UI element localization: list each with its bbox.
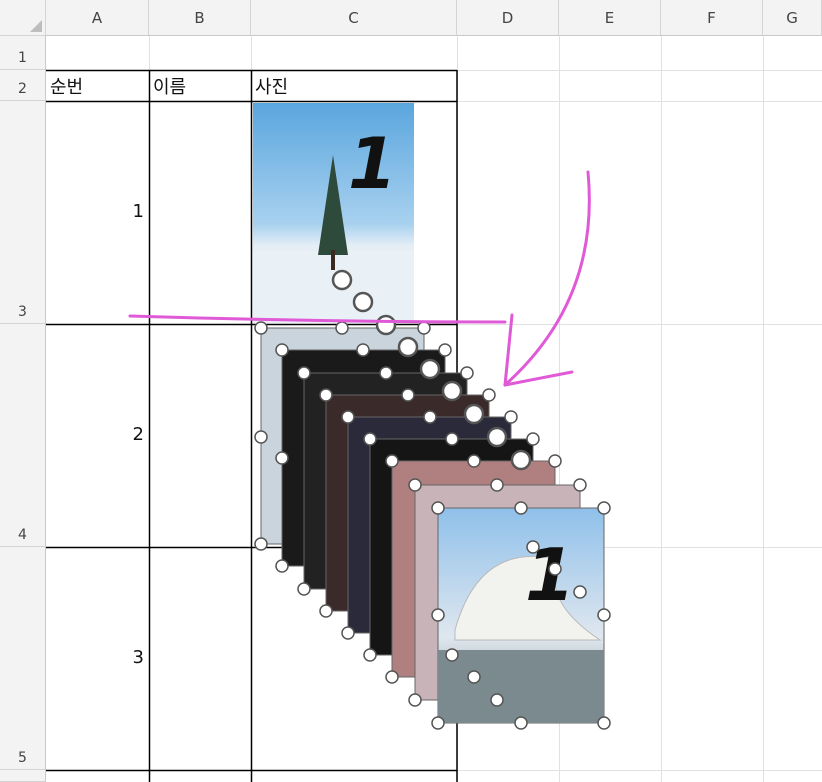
seq-cell-2[interactable]: 2 — [100, 424, 144, 445]
seq-cell-1[interactable]: 1 — [100, 201, 144, 222]
spreadsheet: A B C D E F G 1 2 3 4 5 순번 이름 사진 1 2 3 1… — [0, 0, 822, 782]
seq-cell-3[interactable]: 3 — [100, 647, 144, 668]
header-cell-seq[interactable]: 순번 — [50, 73, 83, 99]
header-cell-name[interactable]: 이름 — [153, 73, 186, 99]
header-cell-photo[interactable]: 사진 — [255, 73, 288, 99]
